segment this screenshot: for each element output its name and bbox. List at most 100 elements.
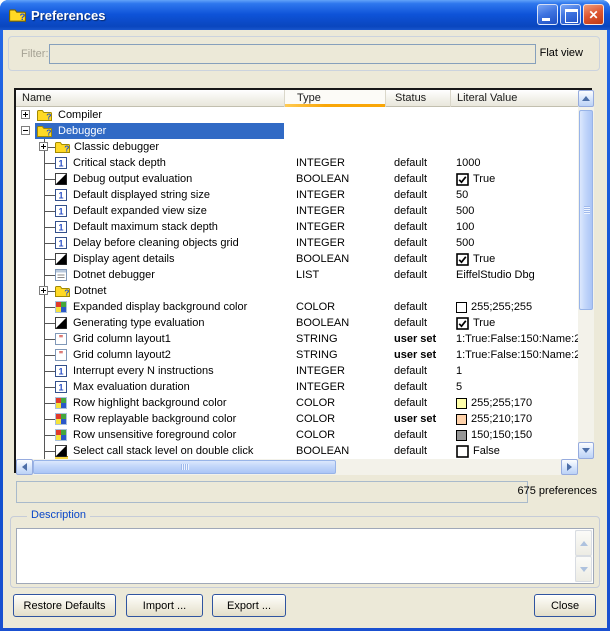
column-header-literal-value[interactable]: Literal Value [450, 90, 578, 107]
pref-row[interactable]: 1Delay before cleaning objects gridINTEG… [16, 235, 578, 251]
pref-row[interactable]: Expanded display background colorCOLORde… [16, 299, 578, 315]
pref-row[interactable]: Display agent detailsBOOLEANdefaultTrue [16, 251, 578, 267]
scroll-right-arrow[interactable] [561, 459, 578, 475]
pref-row[interactable]: 1Default expanded view sizeINTEGERdefaul… [16, 203, 578, 219]
description-text[interactable] [16, 528, 594, 584]
pref-row[interactable]: 1Max evaluation durationINTEGERdefault5 [16, 379, 578, 395]
name-cell: 1 Interrupt every N instructions [16, 363, 284, 379]
expander-minus-icon[interactable] [21, 126, 30, 135]
pref-name: Row highlight background color [73, 395, 226, 411]
pref-name: Expanded display background color [73, 299, 247, 315]
pref-value-text: True [473, 315, 495, 331]
expander-plus-icon[interactable] [39, 286, 48, 295]
integer-icon: 1 [55, 237, 67, 249]
filter-group: Filter: Flat view [8, 36, 600, 71]
column-header-type[interactable]: Type [284, 90, 385, 107]
checkbox-checked-icon[interactable] [456, 317, 469, 330]
pref-row[interactable]: 1Interrupt every N instructionsINTEGERde… [16, 363, 578, 379]
close-button[interactable]: Close [534, 594, 596, 617]
tree-folder-row[interactable]: ?Dotnet [16, 283, 578, 299]
string-icon: " [55, 333, 67, 345]
scroll-down-arrow[interactable] [578, 442, 594, 459]
pref-row[interactable]: "Grid column layout2STRINGuser set1:True… [16, 347, 578, 363]
grid-vertical-scrollbar[interactable] [578, 90, 594, 459]
svg-text:1: 1 [58, 223, 63, 233]
pref-type: BOOLEAN [284, 443, 385, 459]
name-cell: Select call stack level on double click [16, 443, 284, 459]
preferences-grid: Name Type Status Literal Value ?Compiler… [14, 88, 592, 473]
name-cell: 1Critical stack depth [16, 155, 284, 171]
export-button[interactable]: Export ... [212, 594, 286, 617]
pref-type: INTEGER [284, 187, 385, 203]
pref-literal-value: 500 [450, 235, 578, 251]
integer-icon: 1 [55, 365, 67, 377]
folder-question-icon: ? [37, 125, 52, 137]
tree-folder-row[interactable]: ?Debugger [16, 123, 578, 139]
pref-row[interactable]: 1Critical stack depthINTEGERdefault1000 [16, 155, 578, 171]
scroll-left-arrow[interactable] [16, 459, 33, 475]
grid-horizontal-scrollbar[interactable] [16, 459, 578, 475]
pref-name: Max evaluation duration [73, 379, 190, 395]
list-icon [55, 269, 67, 281]
pref-value-text: 255;255;170 [471, 395, 532, 411]
checkbox-checked-icon[interactable] [456, 173, 469, 186]
column-header-status[interactable]: Status [385, 90, 450, 107]
pref-literal-value: True [450, 251, 578, 267]
scroll-up-arrow[interactable] [578, 90, 594, 107]
pref-literal-value: 255;255;170 [450, 395, 578, 411]
pref-value-text: 1000 [456, 155, 480, 171]
flat-view-button[interactable]: Flat view [540, 47, 583, 59]
pref-value-text: 255;210;170 [471, 411, 532, 427]
filter-input[interactable] [49, 44, 536, 64]
integer-icon: 1 [55, 205, 67, 217]
pref-name: Grid column layout1 [73, 331, 171, 347]
description-scroll-down-arrow[interactable] [575, 556, 592, 582]
pref-name: Default displayed string size [73, 187, 210, 203]
pref-row[interactable]: "Grid column layout1STRINGuser set1:True… [16, 331, 578, 347]
description-scroll-up-arrow[interactable] [575, 530, 592, 556]
name-cell: 1Max evaluation duration [16, 379, 284, 395]
titlebar[interactable]: ? Preferences [0, 0, 610, 30]
pref-literal-value: 1:True:False:150:Name:2: [450, 347, 578, 363]
pref-value-text: 150;150;150 [471, 427, 532, 443]
pref-type: STRING [284, 331, 385, 347]
expander-plus-icon[interactable] [39, 142, 48, 151]
svg-text:?: ? [46, 127, 51, 137]
description-scrollbar[interactable] [575, 530, 592, 582]
restore-defaults-button[interactable]: Restore Defaults [13, 594, 116, 617]
pref-value-text: 1:True:False:150:Name:2: [456, 331, 578, 347]
pref-row[interactable]: Row highlight background colorCOLORdefau… [16, 395, 578, 411]
pref-row[interactable]: 1Default maximum stack depthINTEGERdefau… [16, 219, 578, 235]
pref-value-text: 5 [456, 379, 462, 395]
import-button[interactable]: Import ... [126, 594, 203, 617]
pref-literal-value: EiffelStudio Dbg [450, 267, 578, 283]
pref-row[interactable]: Generating type evaluationBOOLEANdefault… [16, 315, 578, 331]
tree-folder-row[interactable]: ?Compiler [16, 107, 578, 123]
horizontal-scroll-thumb[interactable] [33, 460, 336, 474]
vertical-scroll-thumb[interactable] [579, 110, 593, 310]
pref-name: Row unsensitive foreground color [73, 427, 236, 443]
maximize-button[interactable] [560, 4, 581, 25]
minimize-button[interactable] [537, 4, 558, 25]
pref-row[interactable]: Dotnet debuggerLISTdefaultEiffelStudio D… [16, 267, 578, 283]
pref-row[interactable]: Row replayable background colorCOLORuser… [16, 411, 578, 427]
pref-name: Interrupt every N instructions [73, 363, 214, 379]
window-title: Preferences [31, 8, 105, 23]
pref-value-text: 100 [456, 219, 474, 235]
pref-literal-value: False [450, 443, 578, 459]
column-header-name[interactable]: Name [16, 90, 284, 107]
pref-type: COLOR [284, 299, 385, 315]
close-window-button[interactable] [583, 4, 604, 25]
pref-value-text: 50 [456, 187, 468, 203]
pref-row[interactable]: Row unsensitive foreground colorCOLORdef… [16, 427, 578, 443]
folder-question-icon: ? [55, 141, 70, 153]
expander-plus-icon[interactable] [21, 110, 30, 119]
tree-folder-row[interactable]: ?Classic debugger [16, 139, 578, 155]
pref-row[interactable]: 1Default displayed string sizeINTEGERdef… [16, 187, 578, 203]
pref-row[interactable]: Debug output evaluationBOOLEANdefaultTru… [16, 171, 578, 187]
checkbox-unchecked-icon[interactable] [456, 445, 469, 458]
integer-icon: 1 [55, 221, 67, 233]
checkbox-checked-icon[interactable] [456, 253, 469, 266]
pref-row[interactable]: Select call stack level on double clickB… [16, 443, 578, 459]
pref-name: Debug output evaluation [73, 171, 192, 187]
